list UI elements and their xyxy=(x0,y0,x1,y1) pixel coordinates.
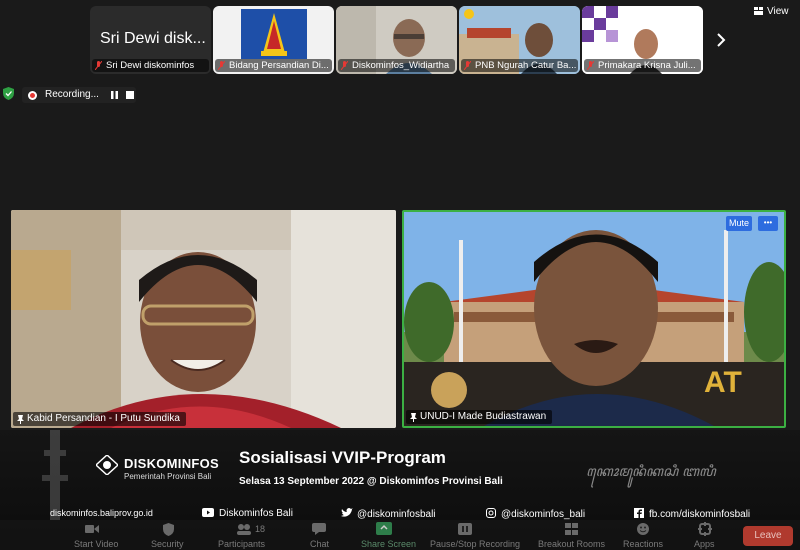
grid-icon xyxy=(754,7,763,15)
mic-muted-icon xyxy=(464,61,471,70)
mute-button[interactable]: Mute xyxy=(726,216,752,231)
pause-icon[interactable] xyxy=(111,91,118,99)
share-screen-icon xyxy=(376,522,392,535)
participant-name-label: Primakara Krisna Juli... xyxy=(584,59,701,72)
participants-count: 18 xyxy=(255,524,266,534)
facebook-handle: fb.com/diskominfosbali xyxy=(634,508,750,520)
view-button-label: View xyxy=(767,6,789,17)
pin-icon xyxy=(410,413,417,422)
apps-icon xyxy=(698,522,712,536)
start-video-button[interactable]: Start Video xyxy=(74,539,118,549)
participant-tile-3[interactable]: Diskominfos_Widiartha xyxy=(336,6,457,74)
participants-icon xyxy=(237,524,251,535)
chat-button[interactable]: Chat xyxy=(310,539,329,549)
instagram-handle: @diskominfos_bali xyxy=(486,508,585,520)
more-options-button[interactable]: ••• xyxy=(758,216,778,231)
participant-name: Kabid Persandian - I Putu Sundika xyxy=(27,413,180,424)
view-button[interactable]: View xyxy=(754,4,794,20)
balinese-script-text: ꦏꦺꦴꦩꦸꦤꦶꦏꦱꦶ ꦧꦭꦶ xyxy=(586,463,716,479)
security-button[interactable]: Security xyxy=(151,539,184,549)
chat-icon xyxy=(312,523,326,535)
instagram-icon xyxy=(486,508,496,518)
video-right-feed: AT xyxy=(404,212,784,426)
recording-label: Recording... xyxy=(45,89,99,100)
mic-muted-icon xyxy=(218,61,225,70)
participant-name-label: Sri Dewi diskominfos xyxy=(92,59,209,72)
temple-silhouette-icon xyxy=(42,430,68,520)
org-name: DISKOMINFOS xyxy=(124,456,220,471)
youtube-icon xyxy=(202,508,214,517)
reactions-icon xyxy=(637,523,649,535)
video-camera-icon xyxy=(85,525,99,533)
breakout-rooms-icon xyxy=(565,523,578,535)
apps-button[interactable]: Apps xyxy=(694,539,715,549)
video-right-name-label: UNUD-I Made Budiastrawan xyxy=(406,410,553,424)
youtube-label: Diskominfos Bali xyxy=(219,508,293,519)
breakout-rooms-button[interactable]: Breakout Rooms xyxy=(538,539,605,549)
bali-emblem-icon xyxy=(241,9,307,59)
diskominfos-logo-icon xyxy=(96,455,118,475)
leave-button[interactable]: Leave xyxy=(743,526,793,546)
background-sign-text: AT xyxy=(704,366,742,399)
org-subtitle: Pemerintah Provinsi Bali xyxy=(124,472,212,481)
meeting-toolbar: Start Video Security 18 Participants Cha… xyxy=(0,520,800,550)
participant-tile-1[interactable]: Sri Dewi disk... Sri Dewi diskominfos xyxy=(90,6,211,74)
recording-indicator: Recording... xyxy=(22,87,136,103)
participant-name-label: Diskominfos_Widiartha xyxy=(338,59,455,72)
pause-recording-icon xyxy=(458,523,472,535)
mic-muted-icon xyxy=(587,61,594,70)
participant-tile-5[interactable]: Primakara Krisna Juli... xyxy=(582,6,703,74)
share-screen-button[interactable]: Share Screen xyxy=(361,539,416,549)
record-dot-icon xyxy=(28,91,37,100)
security-shield-icon xyxy=(163,523,174,536)
video-left-name-label: Kabid Persandian - I Putu Sundika xyxy=(13,412,186,426)
twitter-handle: @diskominfosbali xyxy=(341,508,436,520)
participant-name-label: PNB Ngurah Catur Ba... xyxy=(461,59,578,72)
instagram-label: @diskominfos_bali xyxy=(501,509,586,520)
event-subtitle: Selasa 13 September 2022 @ Diskominfos P… xyxy=(239,476,503,487)
video-right[interactable]: AT Mute ••• UNUD-I Made Budiastrawan xyxy=(402,210,786,428)
facebook-icon xyxy=(634,508,644,518)
twitter-icon xyxy=(341,508,353,517)
participant-display-name: Sri Dewi disk... xyxy=(100,30,206,47)
participant-name-label: Bidang Persandian Di... xyxy=(215,59,332,72)
mic-muted-icon xyxy=(341,61,348,70)
participant-tile-2[interactable]: Bidang Persandian Di... xyxy=(213,6,334,74)
event-title: Sosialisasi VVIP-Program xyxy=(239,448,446,467)
participant-name: UNUD-I Made Budiastrawan xyxy=(420,411,547,422)
facebook-label: fb.com/diskominfosbali xyxy=(649,509,751,520)
twitter-label: @diskominfosbali xyxy=(357,509,436,520)
pause-stop-recording-button[interactable]: Pause/Stop Recording xyxy=(430,539,520,549)
shield-icon[interactable] xyxy=(3,87,14,100)
youtube-handle: Diskominfos Bali xyxy=(202,508,293,519)
video-left-feed xyxy=(11,210,396,428)
pin-icon xyxy=(17,415,24,424)
reactions-button[interactable]: Reactions xyxy=(623,539,663,549)
video-left[interactable]: Kabid Persandian - I Putu Sundika xyxy=(11,210,396,428)
participant-tile-4[interactable]: PNB Ngurah Catur Ba... xyxy=(459,6,580,74)
website-link: diskominfos.baliprov.go.id xyxy=(50,508,153,518)
chevron-right-icon[interactable] xyxy=(716,33,726,47)
participants-button[interactable]: Participants xyxy=(218,539,265,549)
stop-icon[interactable] xyxy=(126,91,134,99)
mic-muted-icon xyxy=(95,61,102,70)
